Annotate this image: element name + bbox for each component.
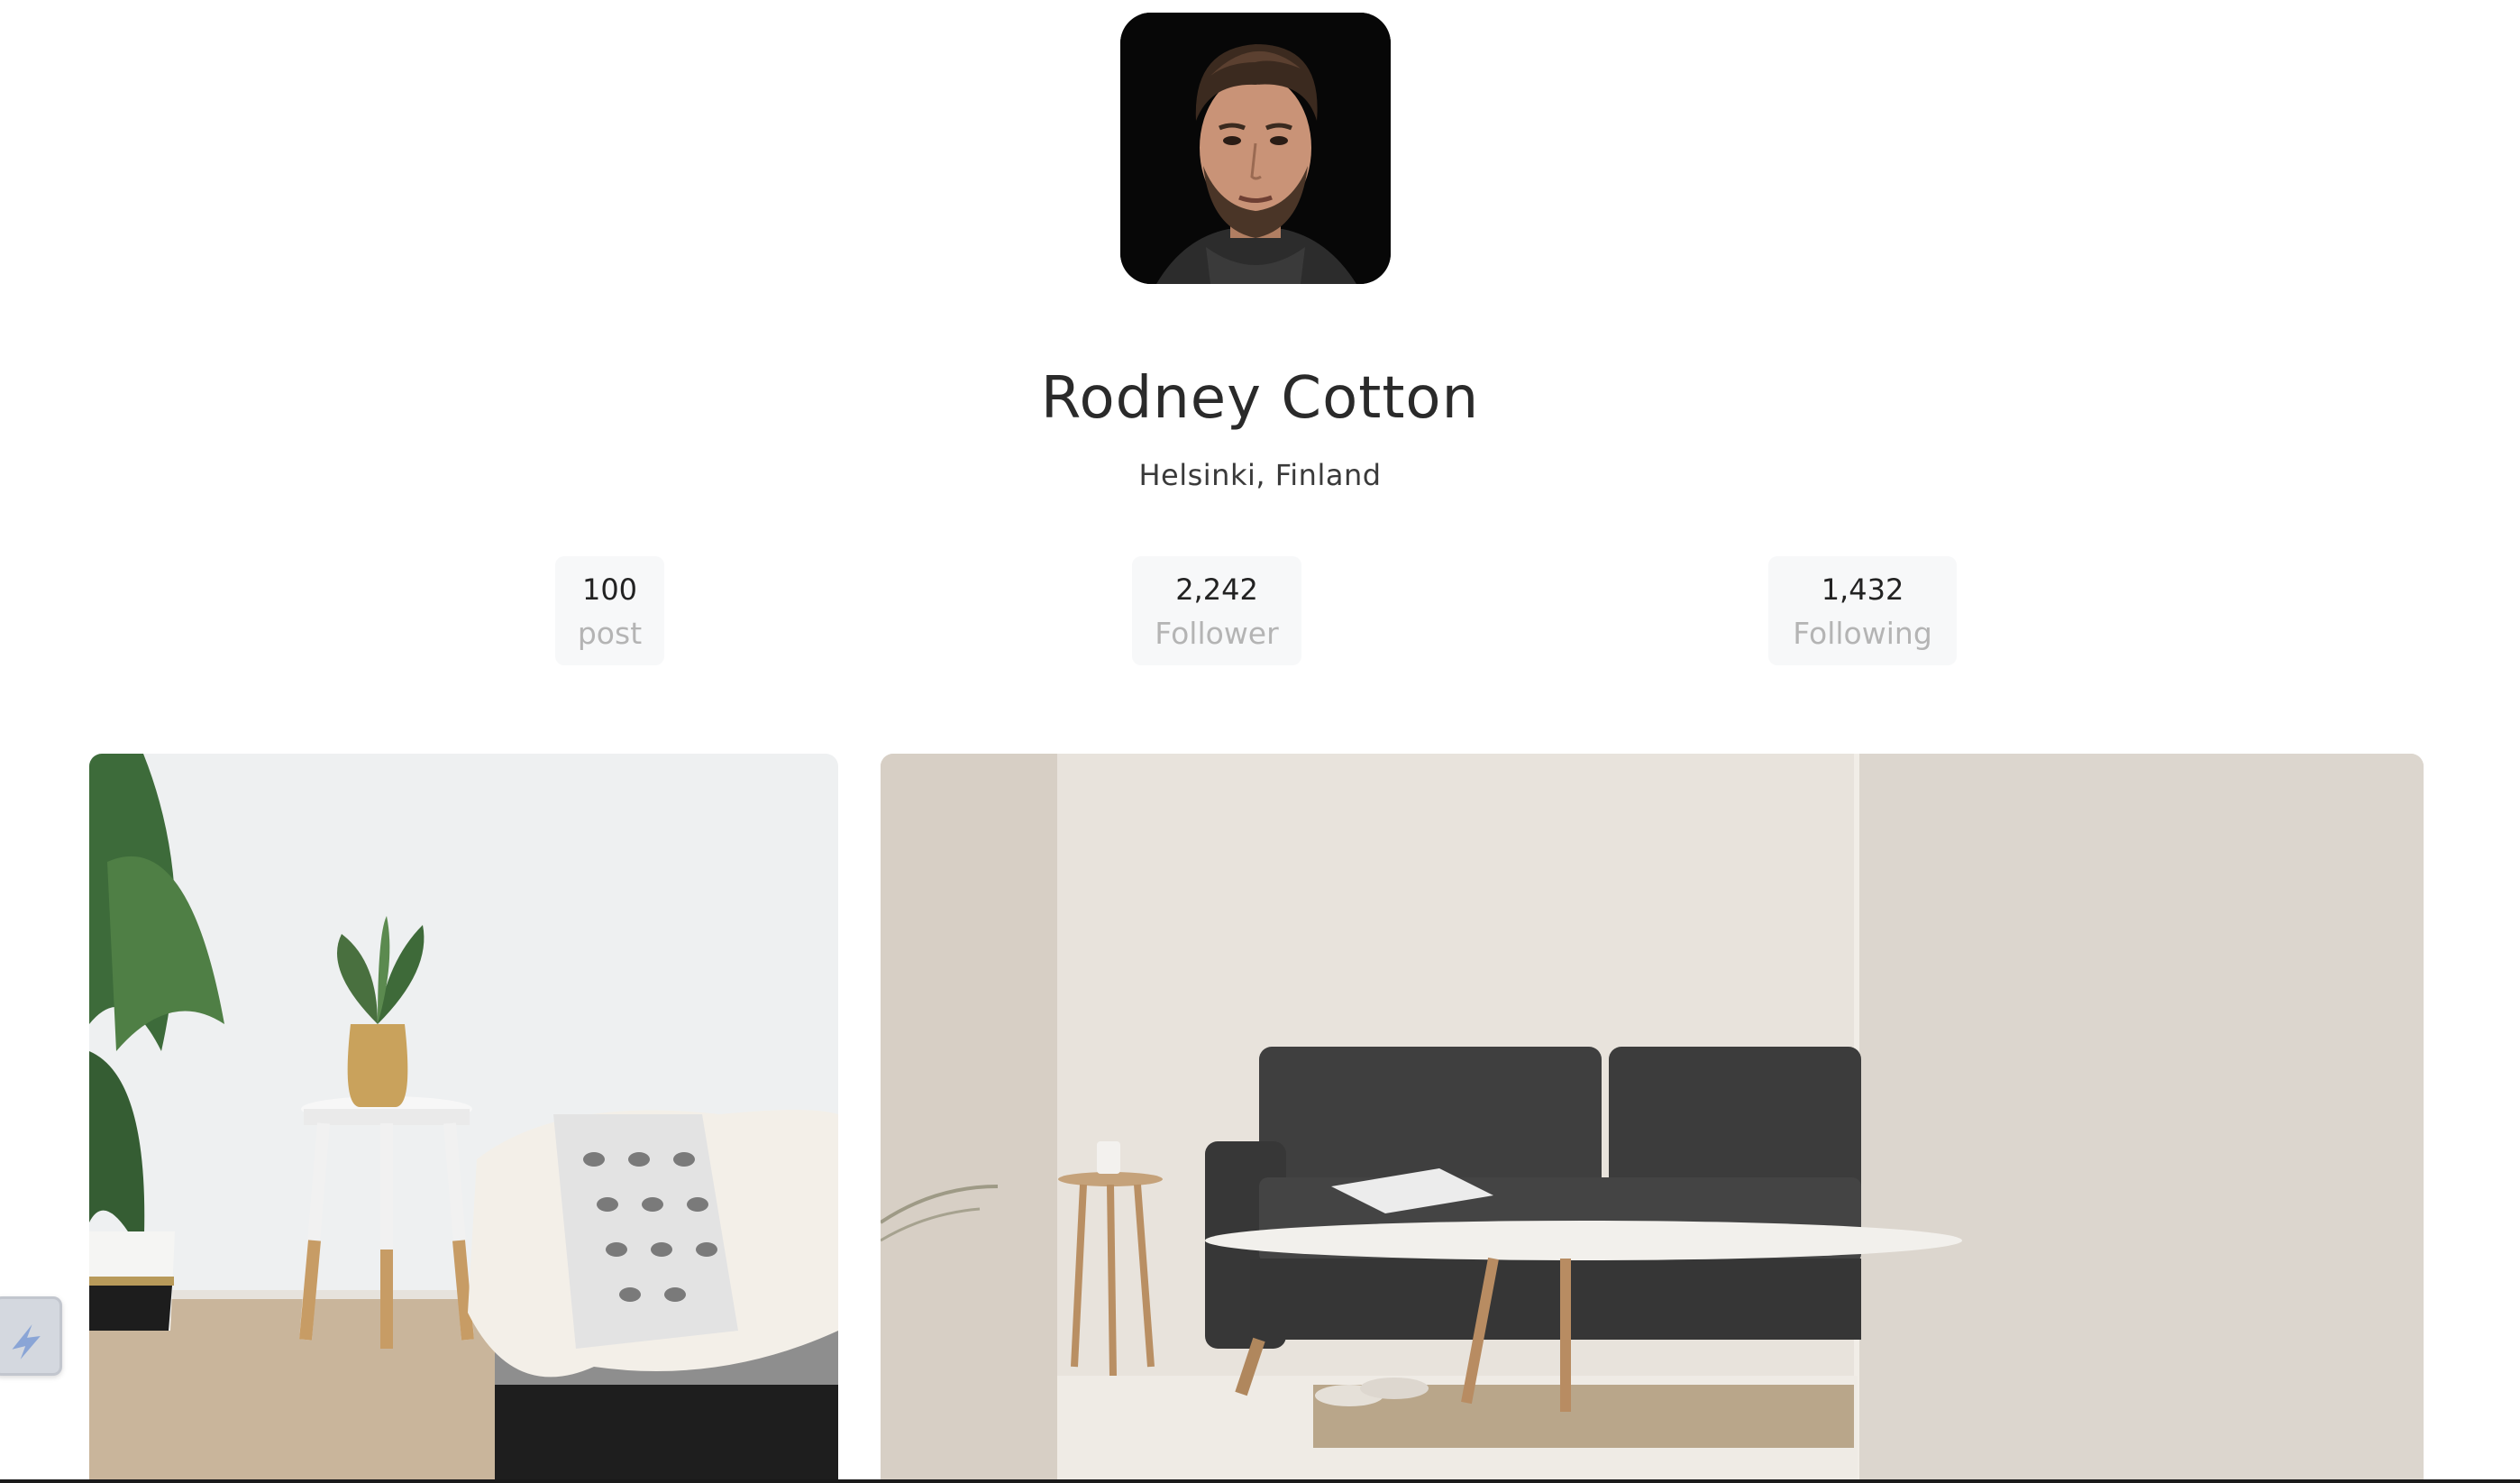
post-image xyxy=(89,754,838,1483)
lightning-icon xyxy=(12,1324,41,1359)
stat-following-label: Following xyxy=(1793,616,1932,651)
avatar[interactable] xyxy=(1120,13,1391,284)
stat-followers[interactable]: 2,242 Follower xyxy=(1132,556,1301,665)
profile-name: Rodney Cotton xyxy=(1040,365,1480,432)
stat-posts[interactable]: 100 post xyxy=(555,556,664,665)
stat-followers-value: 2,242 xyxy=(1175,572,1258,607)
post-image xyxy=(881,754,2424,1483)
avatar-image xyxy=(1120,13,1391,284)
stat-posts-label: post xyxy=(577,616,643,651)
post-photo[interactable] xyxy=(881,754,2424,1483)
stat-followers-label: Follower xyxy=(1155,616,1279,651)
divider xyxy=(0,1479,2520,1483)
floating-widget-button[interactable] xyxy=(0,1296,62,1376)
post-photo[interactable] xyxy=(89,754,838,1483)
profile-location: Helsinki, Finland xyxy=(1138,458,1382,492)
profile-page: Rodney Cotton Helsinki, Finland 100 post… xyxy=(0,0,2520,1483)
stat-following[interactable]: 1,432 Following xyxy=(1768,556,1957,665)
stat-posts-value: 100 xyxy=(581,572,638,607)
stat-following-value: 1,432 xyxy=(1821,572,1904,607)
